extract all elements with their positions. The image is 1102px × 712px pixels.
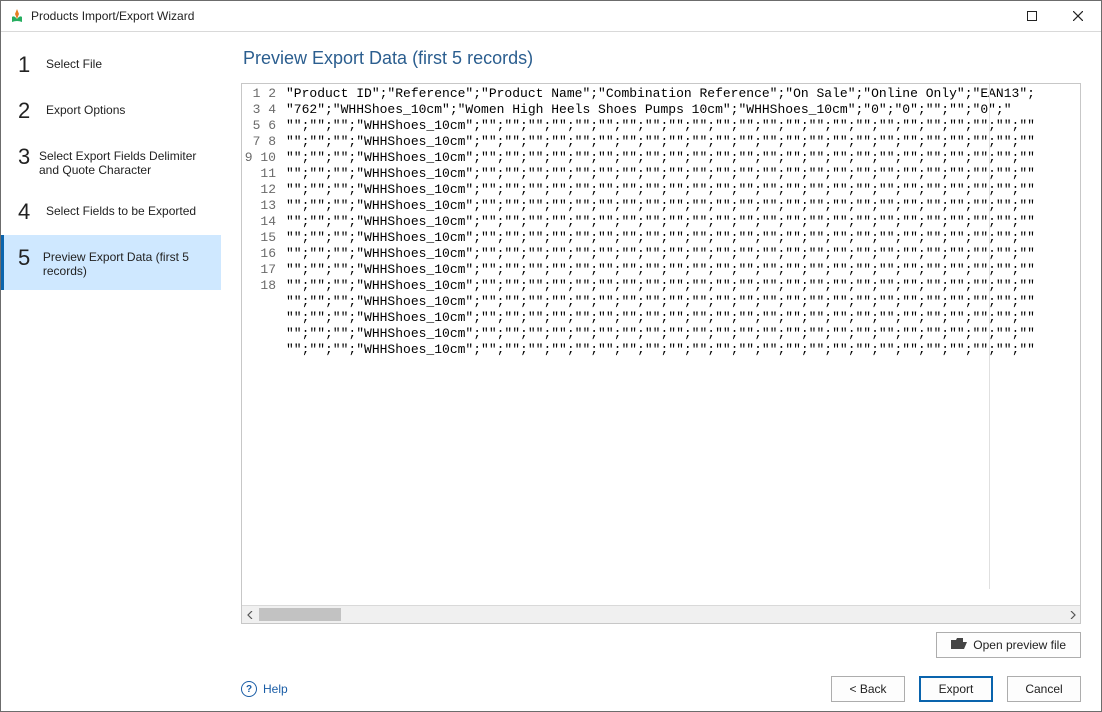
window-title: Products Import/Export Wizard: [31, 9, 194, 23]
scroll-right-icon[interactable]: [1063, 606, 1080, 623]
scroll-track[interactable]: [259, 606, 1063, 623]
export-label: Export: [939, 682, 974, 696]
step-number: 4: [18, 201, 40, 223]
close-button[interactable]: [1055, 1, 1101, 31]
wizard-step-3[interactable]: 3Select Export Fields Delimiter and Quot…: [1, 134, 221, 189]
step-label: Select File: [40, 54, 102, 71]
help-label: Help: [263, 682, 288, 696]
back-label: < Back: [849, 682, 886, 696]
folder-open-icon: [951, 638, 967, 653]
wizard-step-2[interactable]: 2Export Options: [1, 88, 221, 134]
help-icon: ?: [241, 681, 257, 697]
step-number: 5: [18, 247, 37, 269]
step-label: Export Options: [40, 100, 125, 117]
wizard-window: Products Import/Export Wizard 1Select Fi…: [0, 0, 1102, 712]
scroll-thumb[interactable]: [259, 608, 341, 621]
app-icon: [9, 8, 25, 24]
open-preview-file-button[interactable]: Open preview file: [936, 632, 1081, 658]
preview-text[interactable]: "Product ID";"Reference";"Product Name";…: [282, 84, 1080, 605]
help-link[interactable]: ? Help: [241, 681, 288, 697]
cancel-button[interactable]: Cancel: [1007, 676, 1081, 702]
wizard-step-4[interactable]: 4Select Fields to be Exported: [1, 189, 221, 235]
export-button[interactable]: Export: [919, 676, 993, 702]
step-number: 2: [18, 100, 40, 122]
step-label: Preview Export Data (first 5 records): [37, 247, 209, 278]
step-label: Select Fields to be Exported: [40, 201, 196, 218]
titlebar: Products Import/Export Wizard: [1, 1, 1101, 32]
wizard-step-5[interactable]: 5Preview Export Data (first 5 records): [1, 235, 221, 290]
open-preview-file-label: Open preview file: [973, 638, 1066, 652]
step-number: 3: [18, 146, 33, 168]
wizard-step-1[interactable]: 1Select File: [1, 42, 221, 88]
wizard-steps-sidebar: 1Select File2Export Options3Select Expor…: [1, 32, 221, 712]
step-number: 1: [18, 54, 40, 76]
maximize-button[interactable]: [1009, 1, 1055, 31]
page-heading: Preview Export Data (first 5 records): [243, 48, 1081, 69]
back-button[interactable]: < Back: [831, 676, 905, 702]
preview-editor: 1 2 3 4 5 6 7 8 9 10 11 12 13 14 15 16 1…: [241, 83, 1081, 624]
cancel-label: Cancel: [1025, 682, 1062, 696]
step-label: Select Export Fields Delimiter and Quote…: [33, 146, 209, 177]
horizontal-scrollbar[interactable]: [242, 605, 1080, 623]
scroll-left-icon[interactable]: [242, 606, 259, 623]
line-gutter: 1 2 3 4 5 6 7 8 9 10 11 12 13 14 15 16 1…: [242, 84, 282, 605]
